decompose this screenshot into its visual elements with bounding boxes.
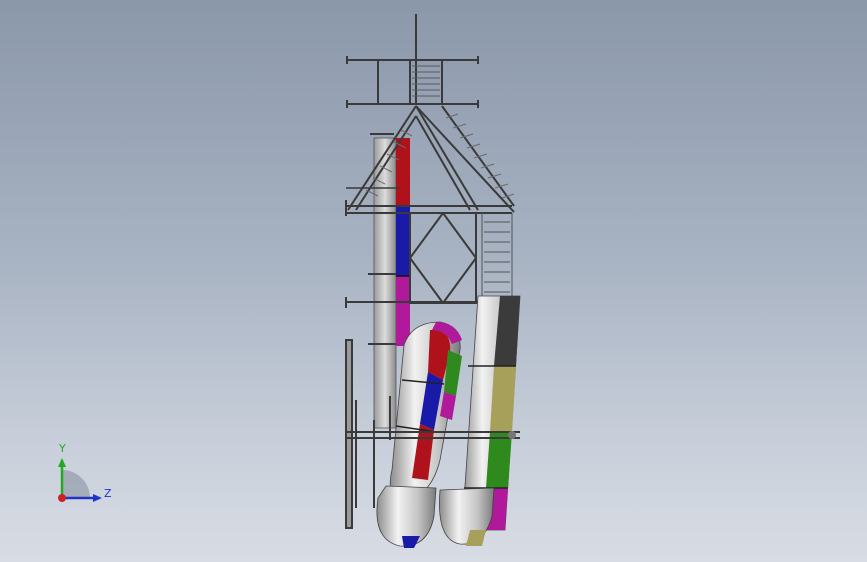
bottom-curls: [376, 485, 495, 548]
side-stair: [481, 213, 513, 300]
base-joint-node: [508, 431, 516, 439]
graphics-viewport[interactable]: Y Z: [0, 0, 867, 562]
water-slide-tower-model[interactable]: [0, 0, 867, 562]
spiral-slide-pipe: [389, 321, 462, 501]
support-column: [373, 137, 397, 429]
triad-y-label: Y: [59, 442, 66, 455]
top-platform: [346, 56, 479, 108]
colored-tube: [396, 138, 410, 346]
orientation-triad: Y Z: [48, 440, 118, 510]
roof-truss: [347, 105, 515, 213]
triad-z-label: Z: [104, 487, 112, 500]
